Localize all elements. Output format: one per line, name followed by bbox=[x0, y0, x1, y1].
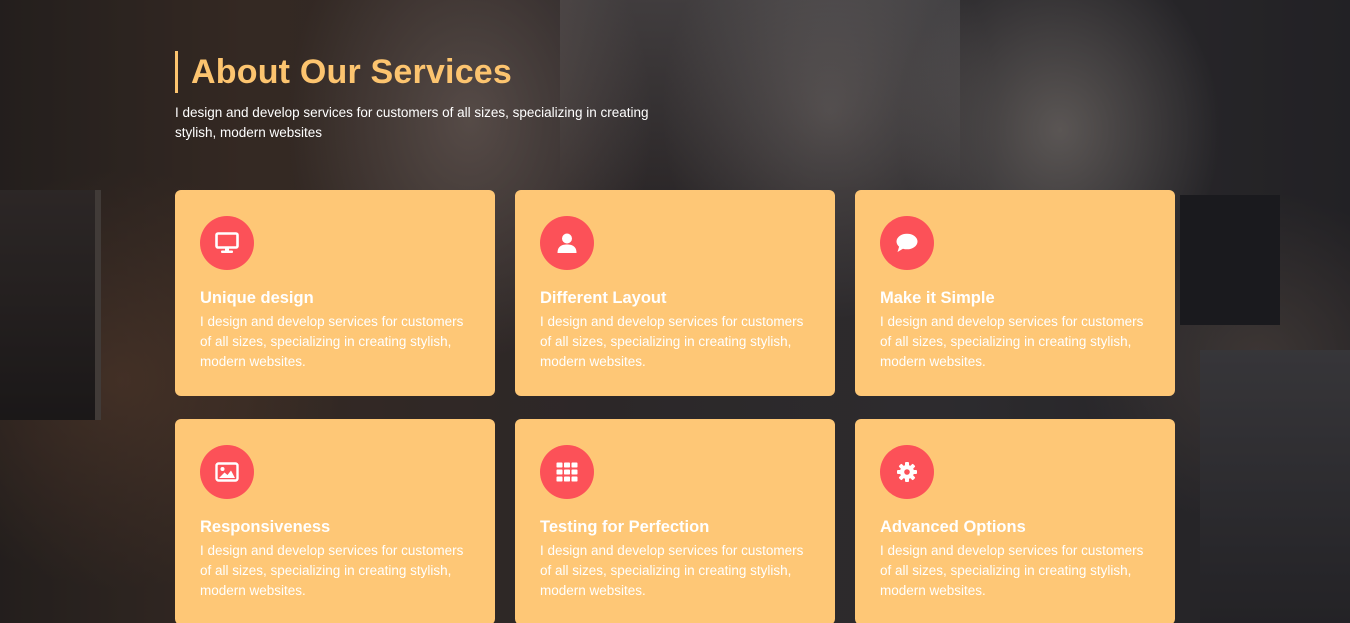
section-heading: About Our Services bbox=[175, 51, 1175, 93]
card-title: Responsiveness bbox=[200, 518, 331, 536]
card-text: I design and develop services for custom… bbox=[540, 314, 804, 369]
page-subtitle: I design and develop services for custom… bbox=[175, 105, 649, 140]
background-photo-screen bbox=[1180, 195, 1280, 325]
card-text: I design and develop services for custom… bbox=[880, 314, 1144, 369]
card-text: I design and develop services for custom… bbox=[200, 314, 464, 369]
services-hero-section: About Our Services I design and develop … bbox=[0, 0, 1350, 623]
service-card-advanced-options[interactable]: Advanced Options I design and develop se… bbox=[855, 419, 1175, 623]
card-title: Advanced Options bbox=[880, 518, 1026, 536]
background-photo-monitor bbox=[0, 190, 101, 420]
card-title: Make it Simple bbox=[880, 289, 995, 307]
background-photo-desk bbox=[1200, 350, 1350, 623]
service-card-different-layout[interactable]: Different Layout I design and develop se… bbox=[515, 190, 835, 396]
services-grid: Unique design I design and develop servi… bbox=[175, 190, 1175, 623]
card-text: I design and develop services for custom… bbox=[200, 543, 464, 598]
card-title: Testing for Perfection bbox=[540, 518, 710, 536]
service-card-unique-design[interactable]: Unique design I design and develop servi… bbox=[175, 190, 495, 396]
services-content: About Our Services I design and develop … bbox=[175, 0, 1175, 623]
user-icon bbox=[540, 216, 594, 270]
service-card-responsiveness[interactable]: Responsiveness I design and develop serv… bbox=[175, 419, 495, 623]
card-title: Unique design bbox=[200, 289, 314, 307]
gear-icon bbox=[880, 445, 934, 499]
chat-bubble-icon bbox=[880, 216, 934, 270]
page-title: About Our Services bbox=[191, 53, 513, 91]
image-icon bbox=[200, 445, 254, 499]
service-card-make-it-simple[interactable]: Make it Simple I design and develop serv… bbox=[855, 190, 1175, 396]
card-text: I design and develop services for custom… bbox=[880, 543, 1144, 598]
card-text: I design and develop services for custom… bbox=[540, 543, 804, 598]
service-card-testing-for-perfection[interactable]: Testing for Perfection I design and deve… bbox=[515, 419, 835, 623]
grid-icon bbox=[540, 445, 594, 499]
monitor-icon bbox=[200, 216, 254, 270]
card-title: Different Layout bbox=[540, 289, 667, 307]
